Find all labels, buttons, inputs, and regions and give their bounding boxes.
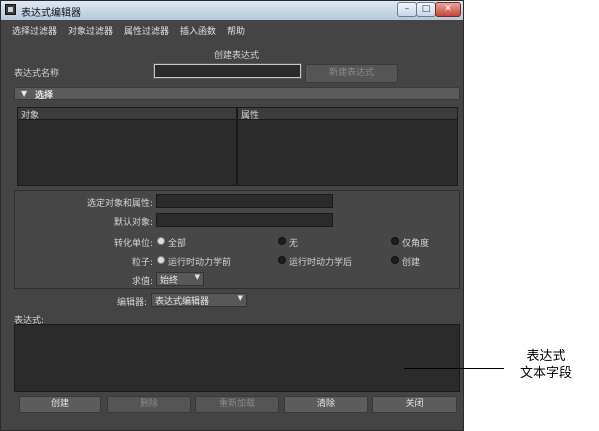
close-window-button[interactable]: ✕ [435, 2, 461, 17]
selected-obj-attr-field[interactable] [156, 194, 333, 208]
attributes-list[interactable]: 属性 [237, 107, 458, 186]
minimize-button[interactable]: – [397, 2, 417, 17]
menu-selection-filter[interactable]: 选择过滤器 [12, 24, 57, 37]
default-object-label: 默认对象: [113, 218, 153, 228]
annotation-line-2: 文本字段 [519, 366, 572, 381]
convert-units-all-label[interactable]: 全部 [168, 236, 186, 249]
annotation-leader-line [404, 368, 504, 369]
menu-bar: 选择过滤器 对象过滤器 属性过滤器 插入函数 帮助 [1, 21, 463, 39]
maximize-button[interactable]: □ [416, 2, 436, 17]
clear-button[interactable]: 清除 [284, 396, 368, 413]
title-bar[interactable]: 表达式编辑器 – □ ✕ [1, 1, 463, 20]
attributes-list-header: 属性 [238, 108, 457, 121]
close-button[interactable]: 关闭 [372, 396, 457, 413]
convert-units-label: 转化单位: [113, 239, 153, 249]
default-object-field[interactable] [156, 213, 333, 227]
particle-label: 粒子: [131, 258, 153, 268]
objects-header-label: 对象 [21, 111, 40, 121]
evaluate-label: 求值: [131, 277, 153, 287]
expression-name-input[interactable] [153, 63, 302, 79]
menu-attribute-filter[interactable]: 属性过滤器 [124, 24, 169, 37]
evaluate-dropdown[interactable]: 始终 ▼ [156, 272, 204, 286]
editor-label: 编辑器: [116, 298, 147, 308]
convert-units-none-label[interactable]: 无 [289, 236, 298, 249]
particle-before-dynamics-label[interactable]: 运行时动力学前 [168, 255, 231, 268]
selection-section-header[interactable]: ▼ 选择 [14, 87, 460, 101]
objects-list[interactable]: 对象 [17, 107, 237, 186]
app-icon [5, 4, 16, 15]
annotation-label: 表达式 文本字段 [506, 348, 586, 382]
selection-section-title: 选择 [35, 91, 54, 101]
create-button[interactable]: 创建 [19, 396, 101, 413]
chevron-down-icon: ▼ [237, 294, 243, 302]
particle-before-dynamics-radio[interactable] [157, 256, 165, 264]
expression-editor-window: 表达式编辑器 – □ ✕ 选择过滤器 对象过滤器 属性过滤器 插入函数 帮助 创… [0, 0, 464, 431]
delete-button[interactable]: 删除 [107, 396, 191, 413]
evaluate-value: 始终 [160, 276, 179, 286]
selected-obj-attr-label: 选定对象和属性: [86, 199, 153, 209]
particle-after-dynamics-label[interactable]: 运行时动力学后 [289, 255, 352, 268]
convert-units-angular-label[interactable]: 仅角度 [402, 236, 429, 249]
menu-object-filter[interactable]: 对象过滤器 [68, 24, 113, 37]
editor-value: 表达式编辑器 [155, 297, 210, 307]
annotation-line-1: 表达式 [526, 349, 566, 364]
window-title: 表达式编辑器 [21, 8, 81, 19]
editor-dropdown[interactable]: 表达式编辑器 ▼ [151, 293, 247, 307]
convert-units-all-radio[interactable] [157, 237, 165, 245]
mode-label: 创建表达式 [214, 51, 260, 61]
expression-text-field[interactable] [14, 324, 460, 392]
convert-units-angular-radio[interactable] [391, 237, 399, 245]
objects-list-header: 对象 [18, 108, 236, 121]
attributes-header-label: 属性 [241, 111, 260, 121]
chevron-down-icon: ▼ [194, 273, 200, 281]
particle-creation-label[interactable]: 创建 [402, 255, 420, 268]
menu-help[interactable]: 帮助 [227, 24, 245, 37]
expression-name-label: 表达式名称 [14, 69, 60, 79]
particle-creation-radio[interactable] [391, 256, 399, 264]
collapse-triangle-icon[interactable]: ▼ [21, 89, 27, 98]
reload-button[interactable]: 重新加载 [195, 396, 279, 413]
menu-insert-functions[interactable]: 插入函数 [180, 24, 216, 37]
particle-after-dynamics-radio[interactable] [278, 256, 286, 264]
new-expression-button[interactable]: 新建表达式 [305, 64, 398, 83]
convert-units-none-radio[interactable] [278, 237, 286, 245]
